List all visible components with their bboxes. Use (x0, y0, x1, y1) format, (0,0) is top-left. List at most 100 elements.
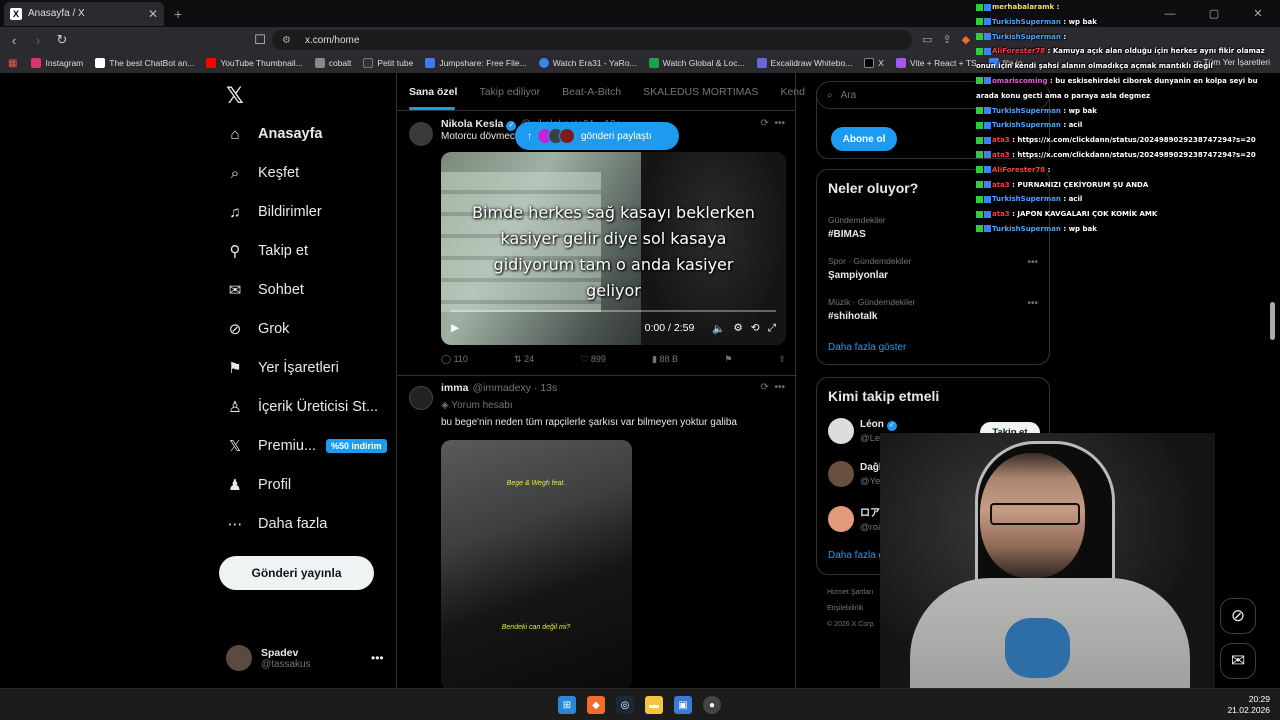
subscriber-badge-icon (984, 166, 991, 174)
share-button[interactable]: ⇧ (778, 354, 786, 365)
post[interactable]: imma @immadexy · 13s ⟳ ••• ◈ Yorum hesabı… (397, 376, 797, 688)
bookmark-item[interactable]: Watch Global & Loc... (648, 58, 745, 68)
x-bookmark-icon (864, 58, 875, 68)
bookmark-item[interactable]: Jumpshare: Free File... (425, 58, 527, 68)
nav-follow[interactable]: ⚲ Takip et (226, 242, 308, 260)
trend-item[interactable]: Spor · Gündemdekiler Şampiyonlar (828, 256, 911, 281)
avatar[interactable] (409, 122, 433, 146)
nav-grok[interactable]: ⊘ Grok (226, 320, 290, 338)
apps-grid-icon[interactable]: ▦ (8, 58, 17, 69)
avatar[interactable] (409, 386, 433, 410)
nav-more[interactable]: ⋯ Daha fazla (226, 515, 328, 533)
obs-icon[interactable]: ● (703, 696, 721, 714)
bookmark-button[interactable]: ⚑ (724, 354, 732, 365)
post[interactable]: Nikola Kesla✓@nikolakesla01 · 13s ⟳ ••• … (397, 112, 797, 375)
grok-float-button[interactable]: ⊘ (1220, 598, 1256, 634)
bookmark-item[interactable]: X (864, 58, 884, 68)
bookmark-item[interactable]: cobalt (314, 58, 351, 68)
author-name[interactable]: imma (441, 382, 468, 394)
loop-icon[interactable]: ⟲ (751, 322, 760, 334)
tab-list-3[interactable]: Kend (780, 86, 805, 98)
views-button[interactable]: ▮ 88 B (652, 354, 678, 365)
chat-username: ata3 (992, 180, 1010, 189)
more-circle-icon: ⋯ (227, 516, 243, 533)
more-icon[interactable]: ••• (371, 651, 384, 665)
subscriber-badge-icon (984, 136, 991, 144)
repost-button[interactable]: ⇅ 24 (514, 354, 534, 365)
nav-bookmarks[interactable]: ⚑ Yer İşaretleri (226, 359, 339, 377)
trend-item[interactable]: Gündemdekiler #BIMAS (828, 215, 886, 240)
reply-button[interactable]: ◯ 110 (441, 354, 468, 365)
reload-icon[interactable]: ↻ (52, 32, 72, 48)
brave-icon[interactable]: ◆ (587, 696, 605, 714)
volume-icon[interactable]: 🔈 (712, 322, 725, 335)
tab-list-1[interactable]: Beat-A-Bitch (562, 86, 621, 98)
stream-chat-overlay: merhabalaramk : TurkishSuperman : wp bak… (976, 0, 1280, 237)
author-handle[interactable]: @immadexy · 13s (472, 382, 557, 394)
settings-icon[interactable]: ⚙ (733, 322, 742, 334)
tab-list-2[interactable]: SKALEDUS MORTIMAS (643, 86, 758, 98)
bookmark-page-icon[interactable]: ☐ (250, 32, 270, 48)
post-video[interactable]: Bege & Wegh feat. Bendeki can değil mi? (441, 440, 632, 688)
more-icon[interactable]: ••• (774, 118, 785, 129)
bookmark-item[interactable]: YouTube Thumbnail... (206, 58, 303, 68)
nav-chat[interactable]: ✉ Sohbet (226, 281, 304, 299)
grok-icon[interactable]: ⟳ (761, 118, 769, 129)
bookmark-item[interactable]: Watch Era31 - YaRo... (538, 58, 637, 68)
nav-creator-studio[interactable]: ♙ İçerik Üreticisi St... (226, 398, 378, 416)
browser-tab[interactable]: X Anasayfa / X ✕ (4, 1, 164, 26)
system-clock[interactable]: 20:29 21.02.2026 (1227, 694, 1270, 716)
post-video[interactable]: Bimde herkes sağ kasayı beklerken kasiye… (441, 152, 786, 345)
nav-home[interactable]: ⌂ Anasayfa (226, 125, 322, 143)
nav-notifications[interactable]: ♫ Bildirimler (226, 203, 321, 221)
tab-for-you[interactable]: Sana özel (409, 86, 457, 98)
share-icon[interactable]: ⇪ (942, 33, 951, 46)
site-info-icon[interactable]: ⚙ (282, 35, 291, 46)
nav-premium[interactable]: 𝕏 Premiu... %50 indirim (226, 437, 387, 455)
x-logo-icon[interactable]: 𝕏 (226, 83, 244, 109)
footer-link[interactable]: Hizmet Şartları (827, 585, 875, 601)
bookmark-item[interactable]: The best ChatBot an... (95, 58, 194, 68)
cast-icon[interactable]: ▭ (922, 33, 932, 46)
avatar (559, 128, 575, 144)
more-icon[interactable]: ••• (1027, 298, 1038, 309)
bookmark-item[interactable]: Excalidraw Whitebo... (756, 58, 852, 68)
post-menu-icons: ⟳ ••• (761, 382, 785, 393)
trend-item[interactable]: Müzik · Gündemdekiler #shihotalk (828, 297, 915, 322)
play-icon[interactable]: ▶ (451, 322, 459, 334)
more-icon[interactable]: ••• (1027, 257, 1038, 268)
page-scrollbar[interactable] (1270, 302, 1275, 340)
close-tab-icon[interactable]: ✕ (148, 7, 158, 21)
bookmark-item[interactable]: Petit tube (363, 58, 413, 68)
show-more-link[interactable]: Daha fazla göster (828, 342, 906, 353)
messages-float-button[interactable]: ✉ (1220, 643, 1256, 679)
windows-start-icon[interactable]: ⊞ (558, 696, 576, 714)
grok-icon[interactable]: ⟳ (761, 382, 769, 393)
fullscreen-icon[interactable]: ⤢ (768, 322, 776, 335)
footer-link[interactable]: Erişilebilirlik (827, 601, 875, 617)
brave-shield-icon[interactable]: ◆ (962, 33, 970, 46)
forward-icon[interactable]: › (28, 33, 48, 48)
subscriber-badge-icon (984, 151, 991, 159)
bookmark-item[interactable]: Instagram (31, 58, 83, 68)
back-icon[interactable]: ‹ (4, 33, 24, 48)
bookmark-item[interactable]: Vite + React + TS (895, 58, 977, 68)
nav-explore[interactable]: ⌕ Keşfet (226, 164, 299, 182)
person-icon: ♟ (228, 477, 242, 494)
more-icon[interactable]: ••• (774, 382, 785, 393)
subscribe-button[interactable]: Abone ol (831, 127, 897, 151)
like-button[interactable]: ♡ 899 (580, 354, 606, 365)
new-tab-icon[interactable]: + (174, 6, 182, 22)
account-switcher[interactable]: Spadev @tassakus ••• (226, 645, 384, 671)
post-button[interactable]: Gönderi yayınla (219, 556, 374, 590)
new-posts-pill[interactable]: ↑ gönderi paylaştı (515, 122, 679, 150)
chatbot-icon (95, 58, 106, 68)
tab-following[interactable]: Takip ediliyor (479, 86, 540, 98)
display-icon[interactable]: ▣ (674, 696, 692, 714)
steam-icon[interactable]: ◎ (616, 696, 634, 714)
footer-links: Hizmet Şartları Erişilebilirlik © 2026 X… (827, 585, 875, 633)
url-field[interactable]: ⚙ x.com/home (272, 30, 912, 50)
nav-profile[interactable]: ♟ Profil (226, 476, 291, 494)
author-name[interactable]: Nikola Kesla (441, 118, 503, 130)
file-explorer-icon[interactable]: ▬ (645, 696, 663, 714)
